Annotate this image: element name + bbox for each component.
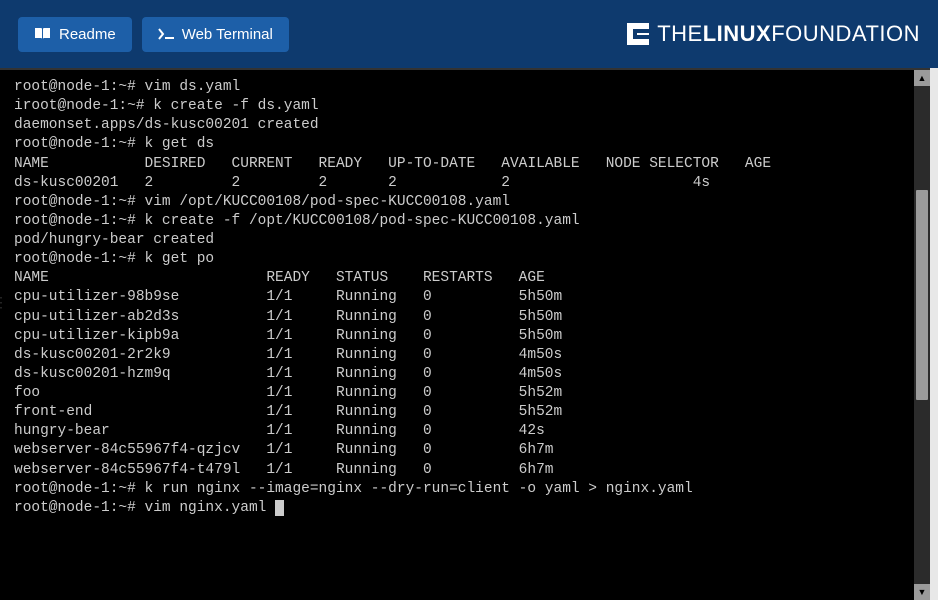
scrollbar[interactable]: ▲ ▼ [914,70,930,600]
terminal-output[interactable]: root@node-1:~# vim ds.yaml iroot@node-1:… [0,70,930,600]
brand-foundation: FOUNDATION [771,21,920,46]
header-bar: Readme Web Terminal THELINUXFOUNDATION [0,0,938,68]
scroll-up-button[interactable]: ▲ [914,70,930,86]
web-terminal-tab-label: Web Terminal [182,26,273,43]
drag-handle-icon: ⋮ [0,300,8,304]
scroll-down-button[interactable]: ▼ [914,584,930,600]
web-terminal-tab[interactable]: Web Terminal [142,17,289,52]
linux-foundation-icon [627,23,649,45]
scroll-thumb[interactable] [916,190,928,400]
terminal-container: ⋮ root@node-1:~# vim ds.yaml iroot@node-… [0,68,930,600]
header-tabs: Readme Web Terminal [18,17,289,52]
brand-linux: LINUX [703,21,772,46]
book-icon [34,27,51,41]
readme-tab[interactable]: Readme [18,17,132,52]
brand-logo: THELINUXFOUNDATION [627,21,920,47]
brand-the: THE [657,21,703,46]
readme-tab-label: Readme [59,26,116,43]
terminal-prompt-icon [158,27,174,41]
brand-text: THELINUXFOUNDATION [657,21,920,47]
